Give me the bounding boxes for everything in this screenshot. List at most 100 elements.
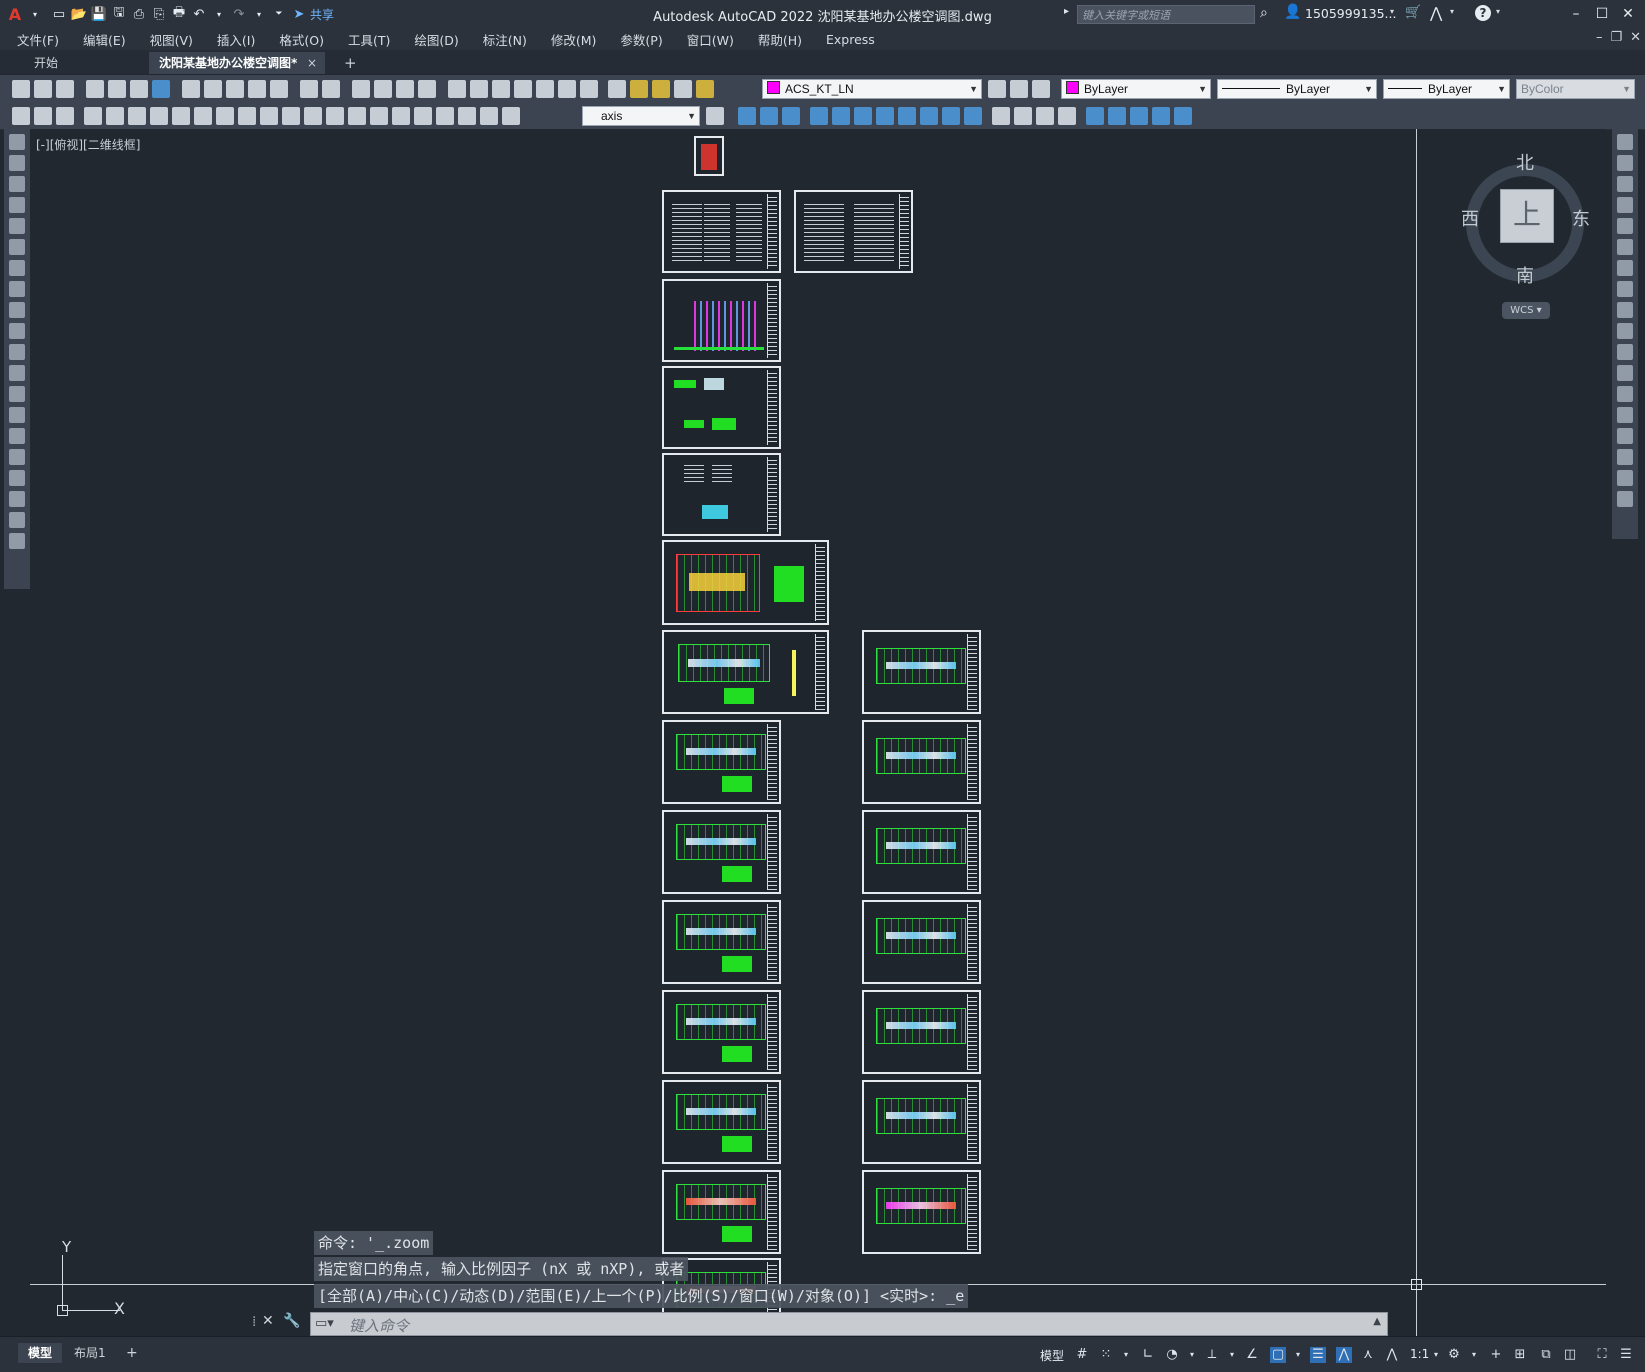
annotation-scale-icon[interactable]: ⋀ — [1384, 1347, 1400, 1363]
doc-close-icon[interactable]: ✕ — [1630, 30, 1641, 45]
hatch-icon[interactable] — [9, 428, 25, 444]
drawing-sheet[interactable] — [662, 1170, 781, 1254]
command-input[interactable]: ▭▾ 键入命令 ▲ — [310, 1312, 1388, 1336]
menu-help[interactable]: 帮助(H) — [746, 30, 814, 49]
menu-dimension[interactable]: 标注(N) — [471, 30, 539, 49]
drawing-sheet[interactable] — [662, 540, 829, 625]
layer-states-icon[interactable] — [1032, 80, 1050, 98]
rotate-icon[interactable] — [1617, 260, 1633, 276]
camera-icon[interactable] — [876, 107, 894, 125]
spline-icon[interactable] — [9, 302, 25, 318]
layer-freeze-icon[interactable] — [652, 80, 670, 98]
tool-palettes-icon[interactable] — [492, 80, 510, 98]
fillet-icon[interactable] — [1617, 449, 1633, 465]
polyline-icon[interactable] — [9, 176, 25, 192]
insert-block-icon[interactable] — [34, 107, 52, 125]
isodraft-icon[interactable]: ⟂ — [1204, 1347, 1220, 1363]
drawing-sheet[interactable] — [862, 810, 981, 894]
menu-express[interactable]: Express — [814, 32, 887, 47]
drawing-sheet[interactable] — [694, 136, 724, 176]
zoom-realtime-icon[interactable] — [374, 80, 392, 98]
mtext-icon[interactable] — [9, 512, 25, 528]
break-at-point-icon[interactable] — [1617, 365, 1633, 381]
dim-edit-icon[interactable] — [458, 107, 476, 125]
ordinate-dim-icon[interactable] — [150, 107, 168, 125]
baseline-dim-icon[interactable] — [282, 107, 300, 125]
stretch-icon[interactable] — [1617, 302, 1633, 318]
quick-dim-icon[interactable] — [260, 107, 278, 125]
menu-draw[interactable]: 绘图(D) — [402, 30, 470, 49]
properties-icon[interactable] — [448, 80, 466, 98]
user-name[interactable]: 1505999135... — [1305, 6, 1396, 21]
tab-drawing[interactable]: 沈阳某基地办公楼空调图* × — [149, 52, 325, 74]
plotstyle-dropdown[interactable]: ByColor ▼ — [1516, 79, 1635, 99]
plot-icon[interactable]: 🖶 — [170, 5, 188, 23]
menu-modify[interactable]: 修改(M) — [539, 30, 609, 49]
lineweight-dropdown[interactable]: ByLayer ▼ — [1383, 79, 1510, 99]
match-properties-icon[interactable] — [248, 80, 266, 98]
inspection-icon[interactable] — [414, 107, 432, 125]
undo-dropdown-icon[interactable]: ▾ — [210, 5, 228, 23]
markup-icon[interactable] — [536, 80, 554, 98]
presspull-icon[interactable] — [1108, 107, 1126, 125]
zoom-3d-icon[interactable] — [942, 107, 960, 125]
pan-icon[interactable] — [352, 80, 370, 98]
export-icon[interactable]: ⎙ — [130, 5, 148, 23]
menu-format[interactable]: 格式(O) — [267, 30, 336, 49]
viewport-controls-label[interactable]: [-][俯视][二维线框] — [36, 136, 140, 153]
sweep-icon[interactable] — [1174, 107, 1192, 125]
line-icon[interactable] — [9, 134, 25, 150]
break-icon[interactable] — [1617, 386, 1633, 402]
view-iso-1-icon[interactable] — [738, 107, 756, 125]
trim-icon[interactable] — [1617, 323, 1633, 339]
tolerance-icon[interactable] — [370, 107, 388, 125]
share-label[interactable]: 共享 — [310, 6, 334, 23]
object-snap-tracking-icon[interactable]: ∠ — [1244, 1347, 1260, 1363]
search-icon[interactable]: ⌕ — [1260, 5, 1268, 21]
mirror-icon[interactable] — [1617, 176, 1633, 192]
layer-on-icon[interactable] — [630, 80, 648, 98]
walk-icon[interactable] — [898, 107, 916, 125]
cut-icon[interactable] — [182, 80, 200, 98]
search-input[interactable]: 键入关键字或短语 — [1077, 5, 1255, 24]
selection-cycling-icon[interactable]: ◫ — [1562, 1347, 1578, 1363]
app-menu-chevron-icon[interactable]: ▾ — [26, 5, 44, 23]
angular-dim-icon[interactable] — [238, 107, 256, 125]
drawing-sheet[interactable] — [662, 630, 829, 714]
units-icon[interactable]: ⊞ — [1512, 1347, 1528, 1363]
blend-curves-icon[interactable] — [1617, 470, 1633, 486]
open-file-icon[interactable]: 📂 — [70, 5, 88, 23]
save-icon[interactable] — [56, 80, 74, 98]
copy-icon[interactable] — [204, 80, 222, 98]
publish-icon[interactable]: ⎘ — [150, 5, 168, 23]
command-history-toggle-icon[interactable]: ▲ — [1373, 1316, 1381, 1327]
arc-icon[interactable] — [9, 239, 25, 255]
layer-lock-icon[interactable] — [696, 80, 714, 98]
drawing-sheet[interactable] — [862, 630, 981, 714]
menu-tools[interactable]: 工具(T) — [336, 30, 402, 49]
revolve-icon[interactable] — [1130, 107, 1148, 125]
a360-dropdown-icon[interactable]: ▾ — [1450, 7, 1454, 16]
add-selected-icon[interactable] — [9, 533, 25, 549]
fullscreen-icon[interactable]: ⛶ — [1594, 1347, 1610, 1363]
free-orbit-icon[interactable] — [832, 107, 850, 125]
viewcube-top-face[interactable]: 上 — [1500, 189, 1554, 243]
dimstyle-dropdown[interactable]: axis ▼ — [582, 106, 700, 126]
view-iso-3-icon[interactable] — [782, 107, 800, 125]
qat-customize-icon[interactable]: ⏷ — [270, 5, 288, 23]
dim-space-icon[interactable] — [326, 107, 344, 125]
workspace-gear-icon[interactable]: ⚙ — [1446, 1347, 1462, 1363]
drawing-sheet[interactable] — [862, 1170, 981, 1254]
polar-icon[interactable]: ◔ — [1164, 1347, 1180, 1363]
drawing-sheet[interactable] — [662, 990, 781, 1074]
snap-icon[interactable]: ⁙ — [1098, 1347, 1114, 1363]
ellipse-arc-icon[interactable] — [9, 344, 25, 360]
auto-scale-icon[interactable]: ⋏ — [1360, 1347, 1376, 1363]
model-space-toggle[interactable]: 模型 — [1040, 1347, 1064, 1364]
command-customize-icon[interactable]: 🔧 — [283, 1313, 300, 1329]
layer-previous-icon[interactable] — [1010, 80, 1028, 98]
dim-style-icon[interactable] — [706, 107, 724, 125]
command-prompt-icon[interactable]: ▭▾ — [315, 1316, 334, 1331]
menu-file[interactable]: 文件(F) — [0, 30, 71, 49]
layer-dropdown[interactable]: ACS_KT_LN ▼ — [762, 79, 982, 99]
